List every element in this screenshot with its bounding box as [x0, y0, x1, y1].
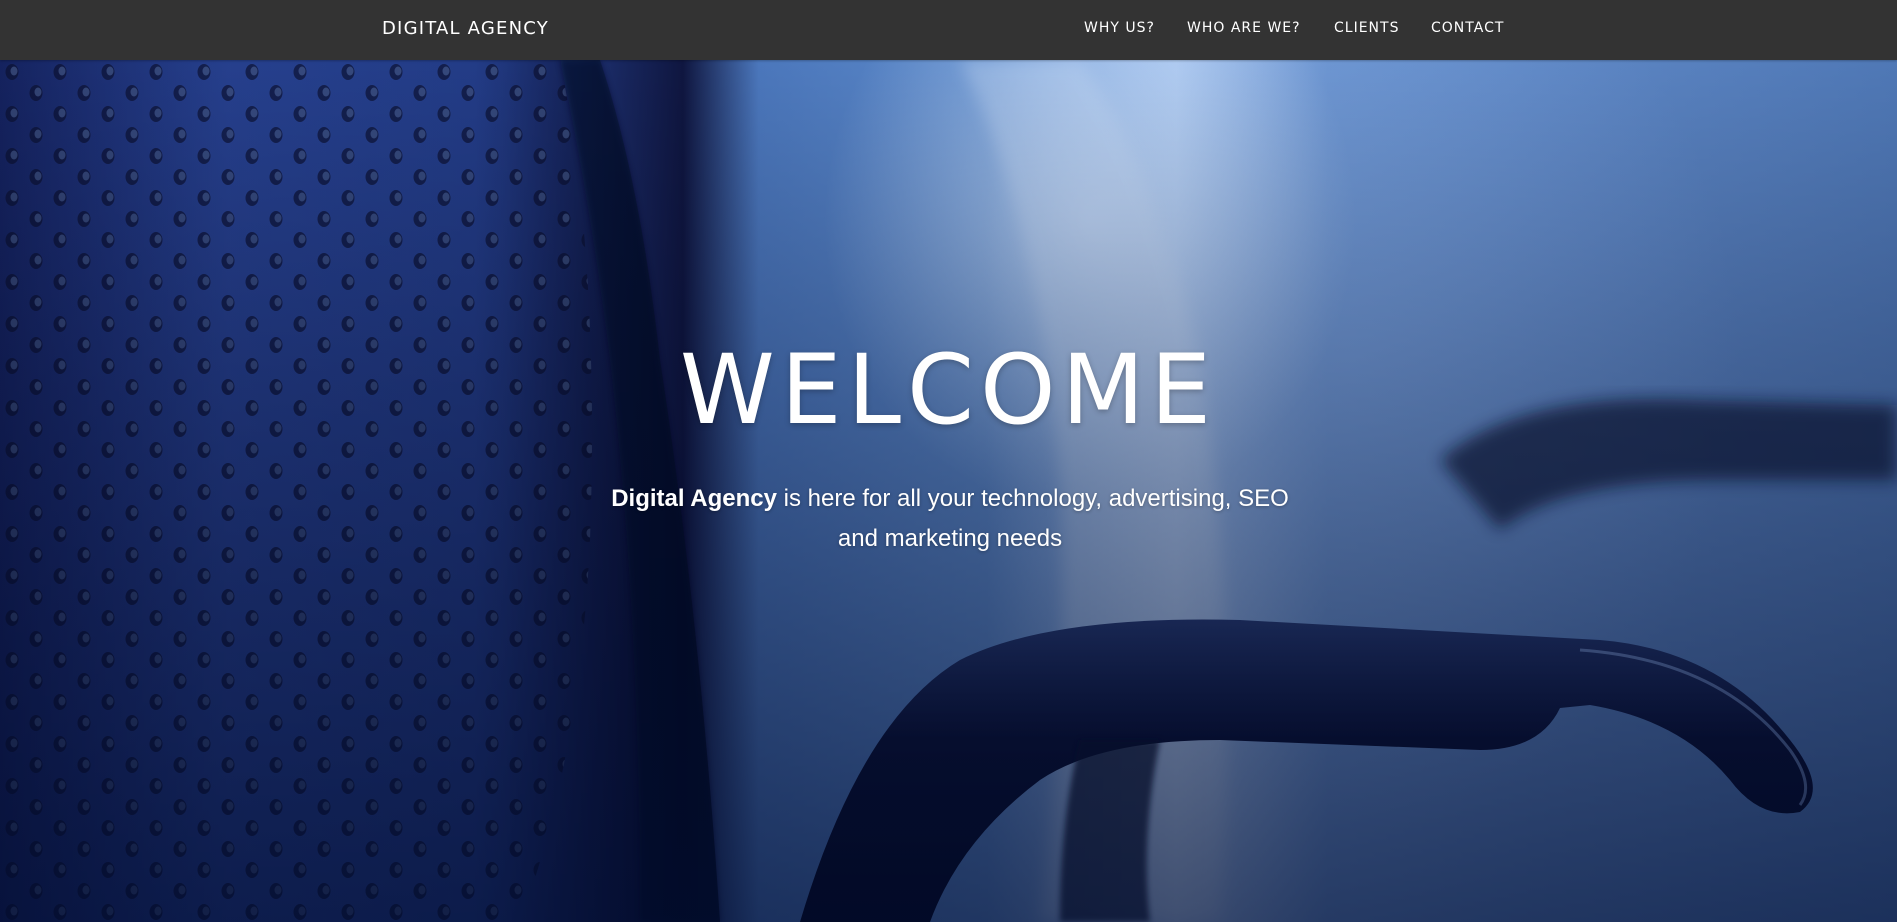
hero-tagline: Digital Agency is here for all your tech…	[590, 479, 1310, 559]
tagline-text: is here for all your technology, adverti…	[777, 485, 1289, 552]
nav-link-who-are-we[interactable]: WHO ARE WE?	[1187, 0, 1301, 60]
top-navbar: DIGITAL AGENCY WHY US? WHO ARE WE? CLIEN…	[0, 0, 1897, 60]
main-nav: WHY US? WHO ARE WE? CLIENTS CONTACT	[1070, 0, 1530, 60]
hero-section: WELCOME Digital Agency is here for all y…	[0, 60, 1897, 922]
hero-content: WELCOME Digital Agency is here for all y…	[0, 60, 1897, 922]
nav-link-why-us[interactable]: WHY US?	[1084, 0, 1155, 60]
hero-title: WELCOME	[679, 334, 1218, 446]
nav-link-clients[interactable]: CLIENTS	[1334, 0, 1399, 60]
brand-logo-link[interactable]: DIGITAL AGENCY	[382, 0, 549, 60]
nav-link-contact[interactable]: CONTACT	[1431, 0, 1504, 60]
tagline-brand: Digital Agency	[611, 485, 777, 512]
